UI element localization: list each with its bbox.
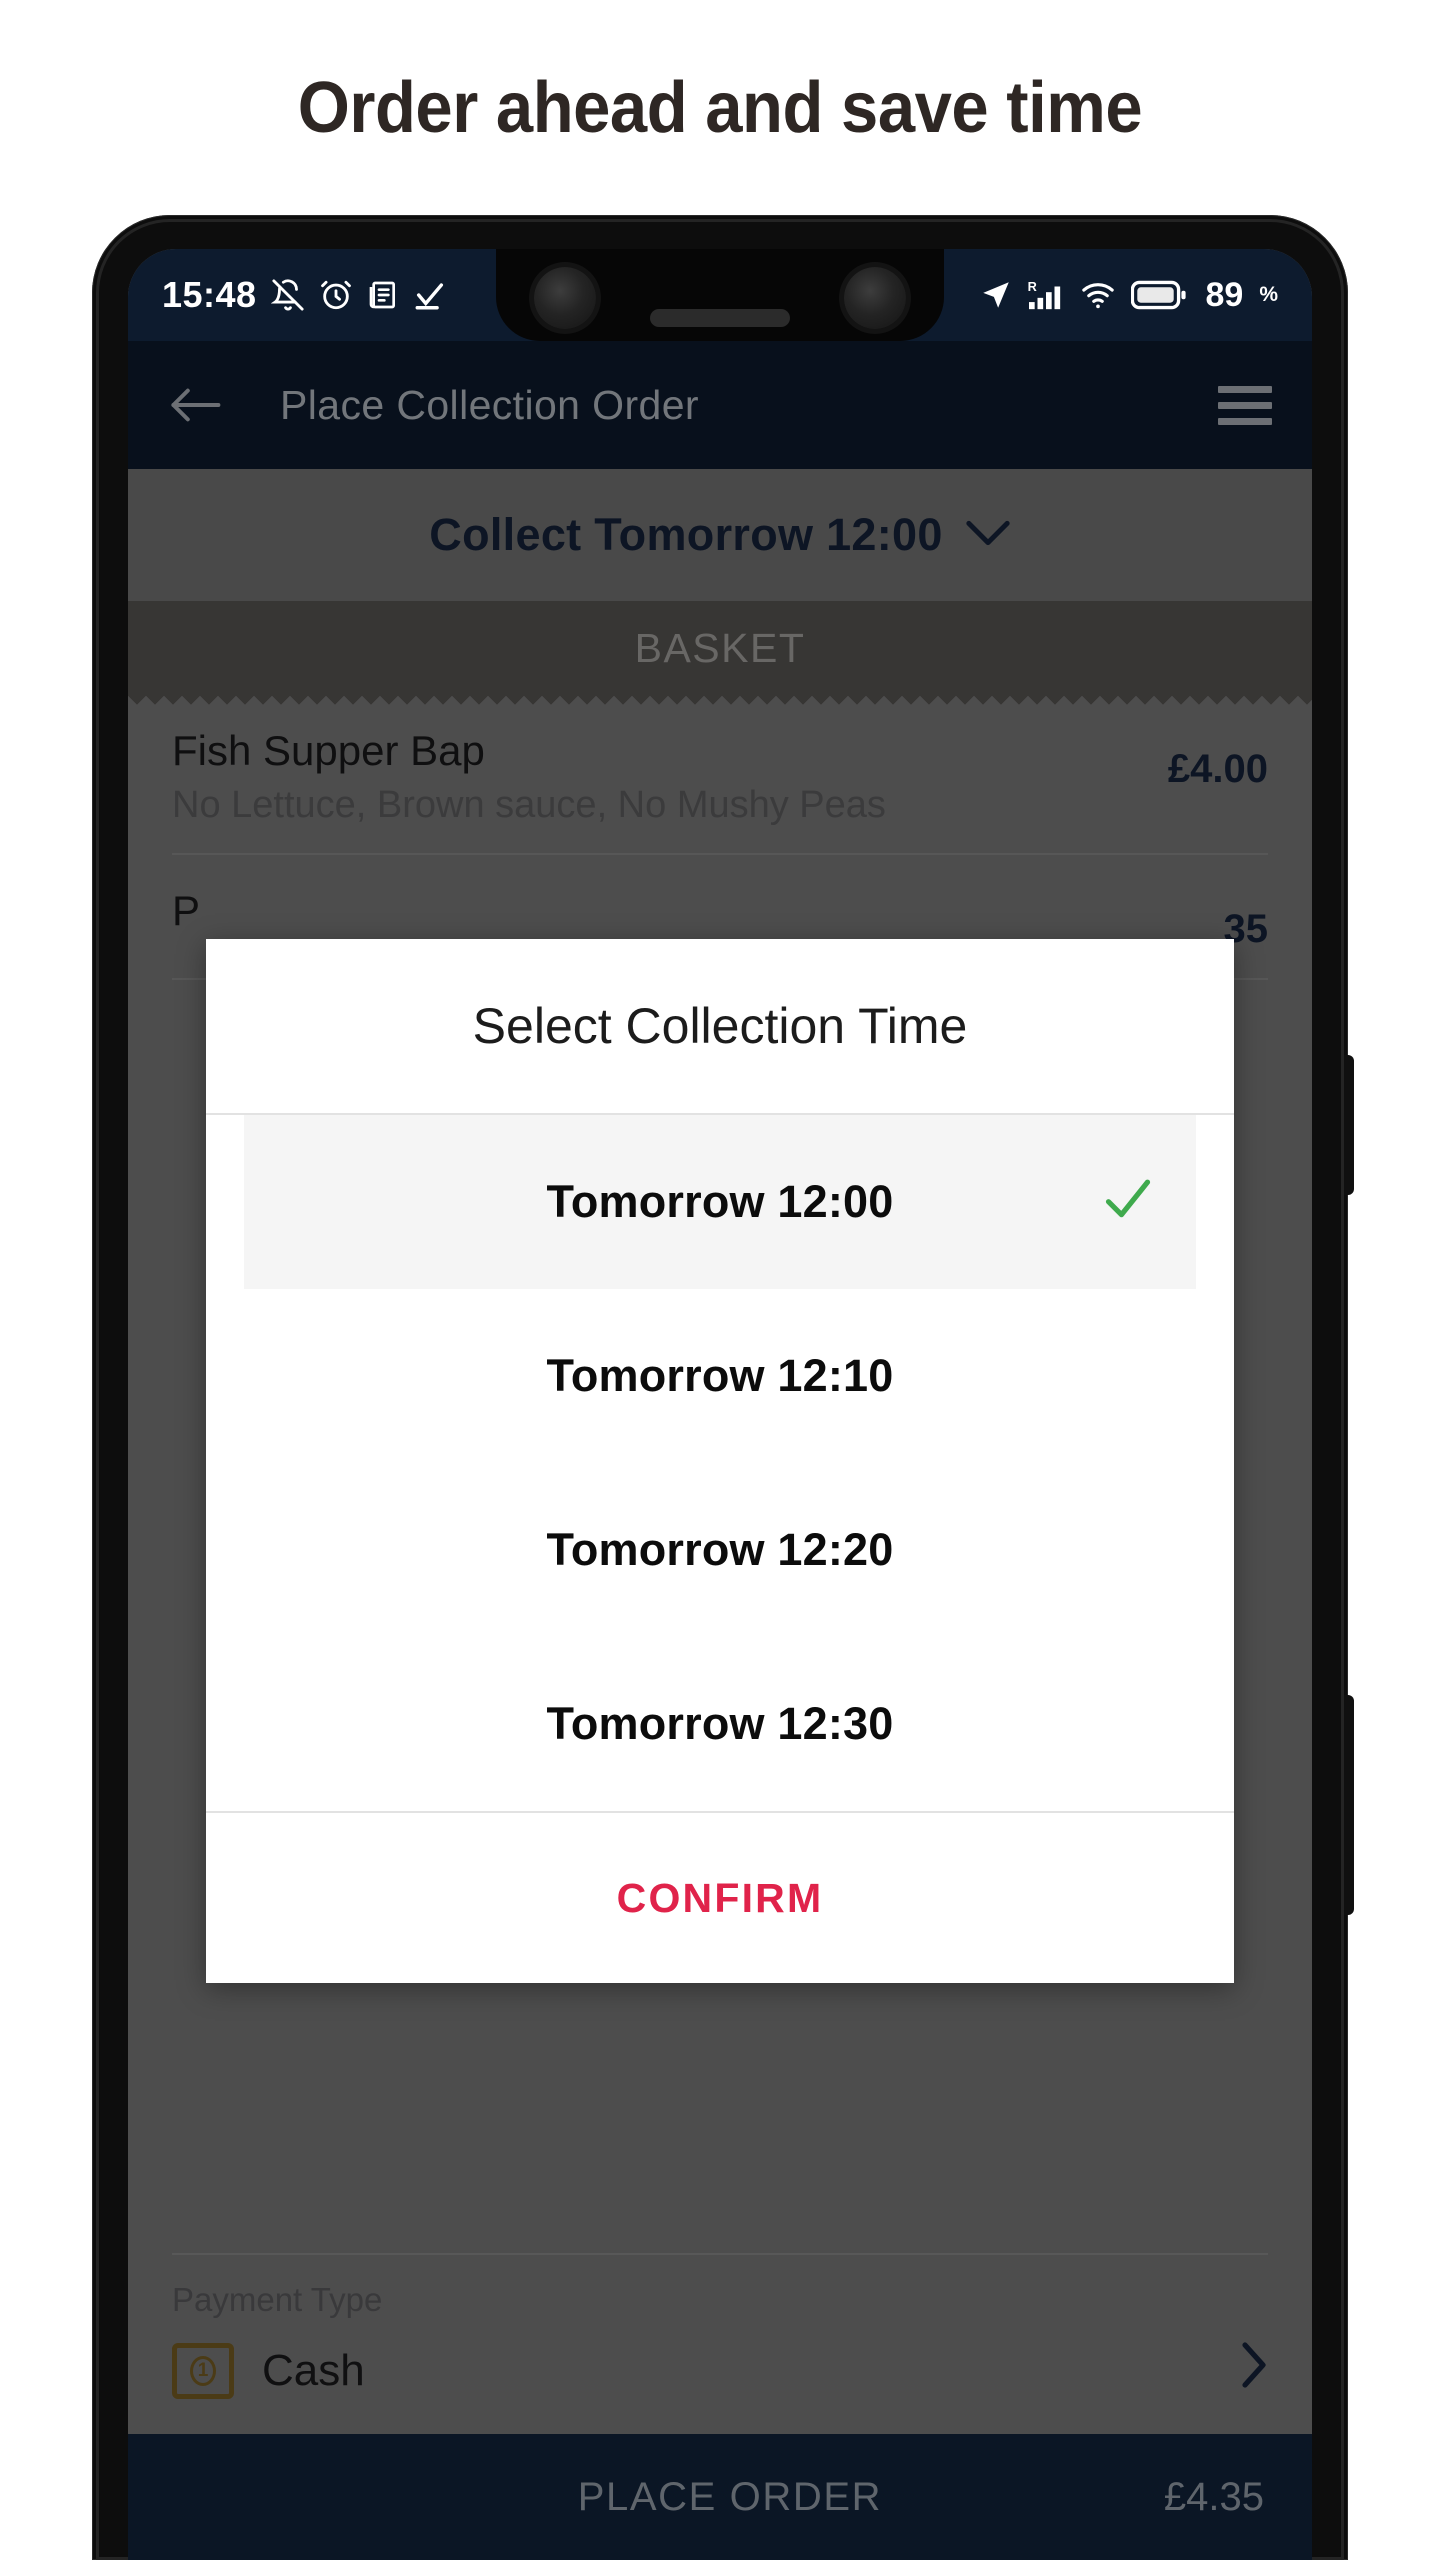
status-bar-right: R 89 %	[979, 276, 1278, 315]
bell-off-icon	[270, 278, 305, 312]
time-option-label: Tomorrow 12:00	[546, 1176, 894, 1227]
location-arrow-icon	[979, 278, 1013, 312]
time-option-row[interactable]: Tomorrow 12:30	[206, 1637, 1234, 1811]
battery-percent: 89	[1205, 275, 1244, 314]
dialog-title: Select Collection Time	[206, 939, 1234, 1115]
device-mockup: 15:48 R 89 % Place Collection Order Coll…	[0, 215, 1440, 2560]
earpiece-speaker	[650, 309, 790, 327]
power-button[interactable]	[1342, 1055, 1354, 1195]
alarm-icon	[319, 278, 353, 312]
svg-text:R: R	[1028, 279, 1037, 294]
time-option-row[interactable]: Tomorrow 12:00	[244, 1115, 1196, 1289]
percent-sign: %	[1259, 283, 1278, 306]
time-option-row[interactable]: Tomorrow 12:10	[206, 1289, 1234, 1463]
checkmark-icon	[413, 278, 447, 312]
phone-body: 15:48 R 89 % Place Collection Order Coll…	[92, 215, 1354, 2560]
page-title: Order ahead and save time	[297, 67, 1143, 148]
time-option-label: Tomorrow 12:20	[546, 1524, 894, 1575]
marketing-header: Order ahead and save time	[0, 0, 1440, 215]
time-option-row[interactable]: Tomorrow 12:20	[206, 1463, 1234, 1637]
battery-icon	[1131, 279, 1187, 311]
checkmark-icon	[1102, 1174, 1154, 1231]
status-bar-clock: 15:48	[162, 274, 257, 315]
confirm-button[interactable]: CONFIRM	[617, 1875, 824, 1922]
front-camera-right-icon	[844, 267, 906, 329]
camera-notch	[496, 249, 944, 341]
dialog-actions: CONFIRM	[206, 1811, 1234, 1983]
status-bar-left: 15:48	[162, 274, 447, 316]
wifi-icon	[1079, 278, 1117, 312]
document-icon	[367, 279, 399, 311]
select-collection-time-dialog: Select Collection Time Tomorrow 12:00 To…	[206, 939, 1234, 1983]
time-option-label: Tomorrow 12:10	[546, 1350, 894, 1401]
front-camera-left-icon	[534, 267, 596, 329]
phone-screen: 15:48 R 89 % Place Collection Order Coll…	[128, 249, 1312, 2560]
volume-button[interactable]	[1342, 1695, 1354, 1915]
time-option-label: Tomorrow 12:30	[546, 1698, 894, 1749]
signal-roaming-icon: R	[1027, 278, 1065, 312]
